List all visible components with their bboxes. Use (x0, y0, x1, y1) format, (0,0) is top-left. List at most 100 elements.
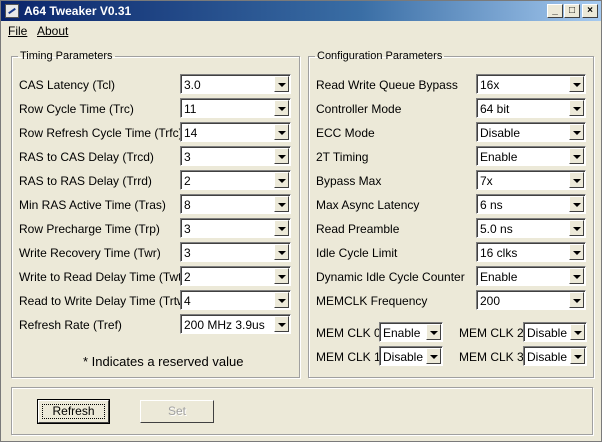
bypass-max-select[interactable]: 7x (476, 170, 586, 190)
read-to-write-delay-value: 4 (184, 294, 191, 308)
ras-to-cas-delay-value: 3 (184, 150, 191, 164)
timing-label: RAS to CAS Delay (Trcd) (19, 150, 154, 164)
configuration-parameters-legend: Configuration Parameters (317, 50, 443, 62)
chevron-down-icon[interactable] (569, 76, 584, 92)
app-window: A64 Tweaker V0.31 _ □ × File About Timin… (0, 0, 602, 442)
chevron-down-icon[interactable] (569, 100, 584, 116)
config-label: MEMCLK Frequency (316, 294, 428, 308)
config-label: ECC Mode (316, 126, 375, 140)
chevron-down-icon[interactable] (274, 244, 289, 260)
dynamic-idle-cycle-counter-select[interactable]: Enable (476, 266, 586, 286)
config-label: Bypass Max (316, 174, 382, 188)
write-recovery-time-select[interactable]: 3 (180, 242, 291, 262)
menu-about[interactable]: About (37, 24, 68, 38)
timing-label: Row Precharge Time (Trp) (19, 222, 160, 236)
mem-clk-3-label: MEM CLK 3 (459, 350, 524, 364)
refresh-button[interactable]: Refresh (37, 399, 110, 424)
title-bar[interactable]: A64 Tweaker V0.31 _ □ × (1, 1, 601, 21)
menu-bar: File About (1, 22, 601, 40)
refresh-rate-select[interactable]: 200 MHz 3.9us (180, 314, 291, 334)
mem-clk-1-select[interactable]: Disable (379, 346, 443, 366)
ras-to-ras-delay-value: 2 (184, 174, 191, 188)
reserved-value-note: * Indicates a reserved value (83, 354, 244, 369)
chevron-down-icon[interactable] (569, 172, 584, 188)
read-write-queue-bypass-value: 16x (480, 78, 500, 92)
read-to-write-delay-select[interactable]: 4 (180, 290, 291, 310)
config-label: 2T Timing (316, 150, 369, 164)
maximize-button[interactable]: □ (564, 4, 580, 18)
menu-file[interactable]: File (8, 24, 27, 38)
chevron-down-icon[interactable] (569, 148, 584, 164)
row-cycle-time-value: 11 (184, 102, 197, 116)
row-refresh-cycle-time-select[interactable]: 14 (180, 122, 291, 142)
chevron-down-icon[interactable] (569, 292, 584, 308)
row-precharge-time-select[interactable]: 3 (180, 218, 291, 238)
set-button[interactable]: Set (140, 400, 214, 423)
idle-cycle-limit-select[interactable]: 16 clks (476, 242, 586, 262)
min-ras-active-time-select[interactable]: 8 (180, 194, 291, 214)
timing-label: RAS to RAS Delay (Trrd) (19, 174, 152, 188)
read-preamble-select[interactable]: 5.0 ns (476, 218, 586, 238)
chevron-down-icon[interactable] (569, 220, 584, 236)
2t-timing-select[interactable]: Enable (476, 146, 586, 166)
row-cycle-time-select[interactable]: 11 (180, 98, 291, 118)
mem-clk-0-value: Enable (383, 326, 421, 340)
write-to-read-delay-select[interactable]: 2 (180, 266, 291, 286)
write-recovery-time-value: 3 (184, 246, 191, 260)
config-label: Dynamic Idle Cycle Counter (316, 270, 465, 284)
chevron-down-icon[interactable] (569, 124, 584, 140)
memclk-frequency-select[interactable]: 200 (476, 290, 586, 310)
timing-label: Write to Read Delay Time (Twtr) (19, 270, 190, 284)
mem-clk-0-select[interactable]: Enable (379, 322, 443, 342)
config-label: Read Preamble (316, 222, 400, 236)
chevron-down-icon[interactable] (274, 100, 289, 116)
timing-parameters-legend: Timing Parameters (20, 50, 113, 62)
chevron-down-icon[interactable] (569, 196, 584, 212)
controller-mode-select[interactable]: 64 bit (476, 98, 586, 118)
timing-label: Write Recovery Time (Twr) (19, 246, 161, 260)
chevron-down-icon[interactable] (426, 324, 441, 340)
chevron-down-icon[interactable] (274, 124, 289, 140)
chevron-down-icon[interactable] (274, 316, 289, 332)
row-precharge-time-value: 3 (184, 222, 191, 236)
mem-clk-2-label: MEM CLK 2 (459, 326, 524, 340)
timing-label: CAS Latency (Tcl) (19, 78, 116, 92)
mem-clk-3-select[interactable]: Disable (523, 346, 587, 366)
row-refresh-cycle-time-value: 14 (184, 126, 198, 140)
cas-latency-select[interactable]: 3.0 (180, 74, 291, 94)
chevron-down-icon[interactable] (274, 196, 289, 212)
idle-cycle-limit-value: 16 clks (480, 246, 518, 260)
chevron-down-icon[interactable] (569, 268, 584, 284)
max-async-latency-select[interactable]: 6 ns (476, 194, 586, 214)
chevron-down-icon[interactable] (569, 244, 584, 260)
chevron-down-icon[interactable] (570, 324, 585, 340)
mem-clk-2-select[interactable]: Disable (523, 322, 587, 342)
2t-timing-value: Enable (480, 150, 518, 164)
chevron-down-icon[interactable] (426, 348, 441, 364)
config-label: Controller Mode (316, 102, 402, 116)
write-to-read-delay-value: 2 (184, 270, 191, 284)
close-button[interactable]: × (582, 4, 598, 18)
min-ras-active-time-value: 8 (184, 198, 191, 212)
ras-to-ras-delay-select[interactable]: 2 (180, 170, 291, 190)
chevron-down-icon[interactable] (274, 292, 289, 308)
mem-clk-1-value: Disable (383, 350, 424, 364)
minimize-button[interactable]: _ (547, 4, 563, 18)
chevron-down-icon[interactable] (274, 148, 289, 164)
app-icon (5, 4, 19, 18)
ras-to-cas-delay-select[interactable]: 3 (180, 146, 291, 166)
ecc-mode-select[interactable]: Disable (476, 122, 586, 142)
chevron-down-icon[interactable] (274, 220, 289, 236)
mem-clk-3-value: Disable (527, 350, 568, 364)
cas-latency-value: 3.0 (184, 78, 201, 92)
timing-label: Read to Write Delay Time (Trtw) (19, 294, 190, 308)
chevron-down-icon[interactable] (274, 172, 289, 188)
bypass-max-value: 7x (480, 174, 493, 188)
read-write-queue-bypass-select[interactable]: 16x (476, 74, 586, 94)
mem-clk-0-label: MEM CLK 0 (316, 326, 381, 340)
chevron-down-icon[interactable] (570, 348, 585, 364)
chevron-down-icon[interactable] (274, 76, 289, 92)
timing-label: Row Cycle Time (Trc) (19, 102, 134, 116)
mem-clk-2-value: Disable (527, 326, 568, 340)
chevron-down-icon[interactable] (274, 268, 289, 284)
